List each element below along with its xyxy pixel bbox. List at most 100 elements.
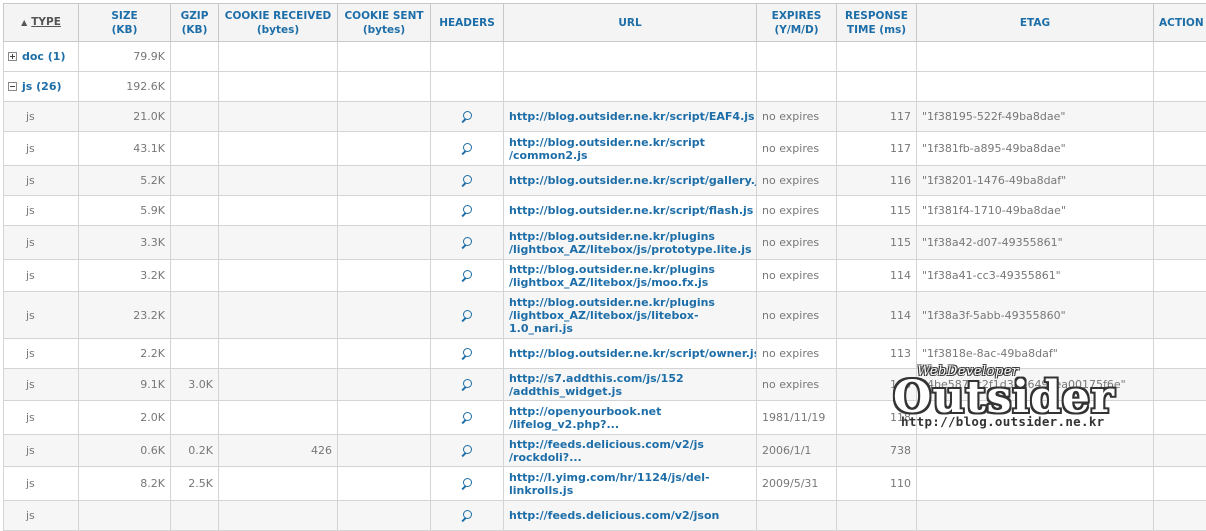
magnifier-icon[interactable] xyxy=(463,111,472,120)
group-label[interactable]: doc (1) xyxy=(4,42,79,72)
row-response-time: 117 xyxy=(837,102,917,132)
row-url[interactable]: http://blog.outsider.ne.kr/plugins /ligh… xyxy=(504,226,757,260)
table-row[interactable]: js21.0Khttp://blog.outsider.ne.kr/script… xyxy=(4,102,1206,132)
table-row[interactable]: js3.2Khttp://blog.outsider.ne.kr/plugins… xyxy=(4,260,1206,292)
column-header-size[interactable]: SIZE (KB) xyxy=(79,4,171,42)
table-row[interactable]: js3.3Khttp://blog.outsider.ne.kr/plugins… xyxy=(4,226,1206,260)
row-url[interactable]: http://openyourbook.net /lifelog_v2.php?… xyxy=(504,401,757,435)
row-headers[interactable] xyxy=(431,435,504,467)
table-row[interactable]: js http://feeds.delicious.com/v2/json xyxy=(4,501,1206,531)
magnifier-icon[interactable] xyxy=(463,175,472,184)
row-url[interactable]: http://blog.outsider.ne.kr/script/EAF4.j… xyxy=(504,102,757,132)
row-url[interactable]: http://blog.outsider.ne.kr/plugins /ligh… xyxy=(504,292,757,339)
group-row-js[interactable]: js (26) 192.6K xyxy=(4,72,1206,102)
row-url[interactable]: http://feeds.delicious.com/v2/json xyxy=(504,501,757,531)
expand-icon[interactable] xyxy=(8,52,17,61)
row-headers[interactable] xyxy=(431,467,504,501)
row-headers[interactable] xyxy=(431,369,504,401)
column-header-cookie-received[interactable]: COOKIE RECEIVED (bytes) xyxy=(219,4,338,42)
column-header-headers[interactable]: HEADERS xyxy=(431,4,504,42)
magnifier-icon[interactable] xyxy=(463,379,472,388)
row-size: 21.0K xyxy=(79,102,171,132)
row-expires: 2009/5/31 xyxy=(757,467,837,501)
row-url[interactable]: http://blog.outsider.ne.kr/script/galler… xyxy=(504,166,757,196)
row-cookie-received xyxy=(219,401,338,435)
row-headers[interactable] xyxy=(431,226,504,260)
column-header-etag[interactable]: ETAG xyxy=(917,4,1154,42)
row-response-time: 117 xyxy=(837,132,917,166)
row-cookie-received xyxy=(219,369,338,401)
magnifier-icon[interactable] xyxy=(463,412,472,421)
magnifier-icon[interactable] xyxy=(463,445,472,454)
table-row[interactable]: js9.1K3.0Khttp://s7.addthis.com/js/152 /… xyxy=(4,369,1206,401)
row-url[interactable]: http://feeds.delicious.com/v2/js /rockdo… xyxy=(504,435,757,467)
table-row[interactable]: js23.2Khttp://blog.outsider.ne.kr/plugin… xyxy=(4,292,1206,339)
magnifier-icon[interactable] xyxy=(463,205,472,214)
row-headers[interactable] xyxy=(431,501,504,531)
table-row[interactable]: js5.2Khttp://blog.outsider.ne.kr/script/… xyxy=(4,166,1206,196)
row-url[interactable]: http://l.yimg.com/hr/1124/js/del- linkro… xyxy=(504,467,757,501)
sort-ascending-icon: ▲ xyxy=(21,16,27,30)
row-expires: no expires xyxy=(757,292,837,339)
table-row[interactable]: js5.9Khttp://blog.outsider.ne.kr/script/… xyxy=(4,196,1206,226)
column-header-action[interactable]: ACTION xyxy=(1154,4,1206,42)
row-headers[interactable] xyxy=(431,339,504,369)
row-etag: "1f38a42-d07-49355861" xyxy=(917,226,1154,260)
column-header-expires[interactable]: EXPIRES (Y/M/D) xyxy=(757,4,837,42)
row-headers[interactable] xyxy=(431,132,504,166)
row-size: 0.6K xyxy=(79,435,171,467)
row-etag xyxy=(917,501,1154,531)
magnifier-icon[interactable] xyxy=(463,348,472,357)
magnifier-icon[interactable] xyxy=(463,270,472,279)
column-header-cookie-sent[interactable]: COOKIE SENT (bytes) xyxy=(338,4,431,42)
group-row-doc[interactable]: doc (1) 79.9K xyxy=(4,42,1206,72)
magnifier-icon[interactable] xyxy=(463,478,472,487)
magnifier-icon[interactable] xyxy=(463,310,472,319)
row-url[interactable]: http://blog.outsider.ne.kr/script /commo… xyxy=(504,132,757,166)
row-action xyxy=(1154,166,1206,196)
group-label[interactable]: js (26) xyxy=(4,72,79,102)
magnifier-icon[interactable] xyxy=(463,143,472,152)
table-row[interactable]: js2.2Khttp://blog.outsider.ne.kr/script/… xyxy=(4,339,1206,369)
row-etag: "1f381fb-a895-49ba8dae" xyxy=(917,132,1154,166)
row-headers[interactable] xyxy=(431,166,504,196)
row-headers[interactable] xyxy=(431,292,504,339)
row-expires: no expires xyxy=(757,102,837,132)
row-url[interactable]: http://blog.outsider.ne.kr/plugins /ligh… xyxy=(504,260,757,292)
row-size: 5.2K xyxy=(79,166,171,196)
column-header-url[interactable]: URL xyxy=(504,4,757,42)
row-etag: "1f38195-522f-49ba8dae" xyxy=(917,102,1154,132)
row-headers[interactable] xyxy=(431,401,504,435)
row-expires: no expires xyxy=(757,132,837,166)
row-headers[interactable] xyxy=(431,196,504,226)
row-headers[interactable] xyxy=(431,102,504,132)
row-url[interactable]: http://s7.addthis.com/js/152 /addthis_wi… xyxy=(504,369,757,401)
row-cookie-sent xyxy=(338,132,431,166)
table-row[interactable]: js43.1Khttp://blog.outsider.ne.kr/script… xyxy=(4,132,1206,166)
magnifier-icon[interactable] xyxy=(463,510,472,519)
row-type: js xyxy=(4,501,79,531)
collapse-icon[interactable] xyxy=(8,82,17,91)
row-action xyxy=(1154,102,1206,132)
row-cookie-received: 426 xyxy=(219,435,338,467)
components-table: ▲TYPE SIZE (KB) GZIP (KB) COOKIE RECEIVE… xyxy=(3,3,1206,531)
column-header-response-time[interactable]: RESPONSE TIME (ms) xyxy=(837,4,917,42)
magnifier-icon[interactable] xyxy=(463,237,472,246)
row-gzip: 3.0K xyxy=(171,369,219,401)
row-action xyxy=(1154,401,1206,435)
column-header-gzip[interactable]: GZIP (KB) xyxy=(171,4,219,42)
row-expires: no expires xyxy=(757,196,837,226)
row-response-time: 114 xyxy=(837,260,917,292)
table-row[interactable]: js0.6K0.2K426http://feeds.delicious.com/… xyxy=(4,435,1206,467)
table-row[interactable]: js2.0Khttp://openyourbook.net /lifelog_v… xyxy=(4,401,1206,435)
row-action xyxy=(1154,501,1206,531)
row-size: 8.2K xyxy=(79,467,171,501)
table-row[interactable]: js8.2K2.5Khttp://l.yimg.com/hr/1124/js/d… xyxy=(4,467,1206,501)
row-gzip xyxy=(171,339,219,369)
column-header-type[interactable]: ▲TYPE xyxy=(4,4,79,42)
row-response-time: 113 xyxy=(837,339,917,369)
row-url[interactable]: http://blog.outsider.ne.kr/script/owner.… xyxy=(504,339,757,369)
row-url[interactable]: http://blog.outsider.ne.kr/script/flash.… xyxy=(504,196,757,226)
row-headers[interactable] xyxy=(431,260,504,292)
row-action xyxy=(1154,435,1206,467)
